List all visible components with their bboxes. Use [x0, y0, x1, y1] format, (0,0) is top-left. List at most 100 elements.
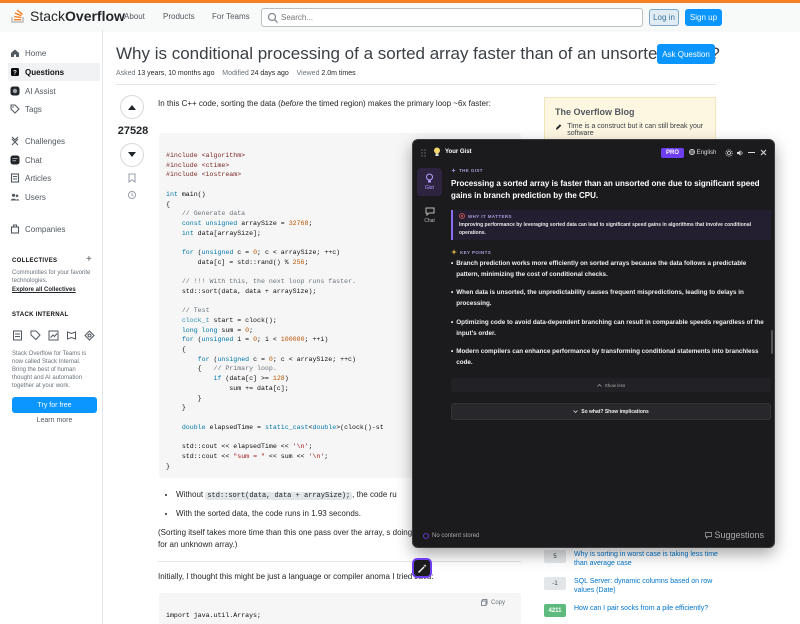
blog-item[interactable]: Time is a construct but it can still bre…: [555, 123, 715, 137]
sidebar-item-tags[interactable]: Tags: [10, 100, 102, 118]
search-input[interactable]: [281, 11, 631, 24]
drag-handle-icon[interactable]: [421, 149, 426, 157]
target-icon: [459, 213, 465, 219]
gist-scrollbar[interactable]: [771, 330, 773, 354]
sidebar-item-chat[interactable]: Chat: [10, 151, 102, 169]
question-title[interactable]: Why is conditional processing of a sorte…: [116, 44, 720, 64]
signup-button[interactable]: Sign up: [685, 9, 722, 26]
minimize-icon[interactable]: [748, 151, 755, 154]
related-question[interactable]: 5 Why is sorting in worst case is taking…: [544, 550, 724, 568]
history-icon[interactable]: [127, 190, 137, 200]
globe-icon: [689, 149, 695, 155]
result-bullets: Without std::sort(data, data + arraySize…: [166, 486, 397, 523]
svg-text:?: ?: [13, 71, 17, 77]
sidebar-item-users[interactable]: Users: [10, 188, 102, 206]
ai-assist-icon: [10, 86, 20, 96]
home-icon: [11, 49, 19, 57]
blog-title: The Overflow Blog: [555, 107, 635, 117]
sidebar-item-label: Companies: [25, 224, 66, 234]
related-score: -1: [544, 577, 566, 590]
key-points-list: • Branch prediction works more efficientl…: [451, 259, 771, 369]
explore-collectives-link[interactable]: Explore all Collectives: [12, 286, 96, 294]
add-collective-icon[interactable]: +: [86, 254, 92, 265]
gist-tabs: Gist Chat: [417, 168, 444, 234]
caret-down-icon: [128, 152, 136, 157]
why-it-matters: WHY IT MATTERS Improving performance by …: [451, 210, 771, 240]
why-it-matters-label: WHY IT MATTERS: [468, 213, 512, 219]
stack-internal-icons: [12, 330, 95, 341]
sidebar-item-label: Users: [25, 192, 46, 202]
the-gist-label: THE GIST: [451, 168, 771, 173]
tab-chat[interactable]: Chat: [417, 201, 442, 229]
pro-badge: PRO: [661, 148, 684, 158]
sidebar-item-label: Chat: [25, 155, 42, 165]
show-less-button[interactable]: Show less: [451, 378, 771, 392]
upvote-button[interactable]: [120, 95, 144, 119]
java-code: import java.util.Arrays;: [166, 612, 261, 619]
sidebar-item-challenges[interactable]: Challenges: [10, 132, 102, 150]
search-icon: [267, 12, 278, 23]
try-for-free-button[interactable]: Try for free: [12, 397, 97, 413]
list-item: With the sorted data, the code runs in 1…: [176, 505, 397, 523]
sidebar-item-label: Questions: [25, 67, 65, 77]
related-link[interactable]: Why is sorting in worst case is taking l…: [574, 550, 724, 568]
pencil-icon: [555, 124, 562, 130]
overflow-blog: The Overflow Blog Time is a construct bu…: [544, 97, 716, 141]
logo-icon: [11, 9, 24, 23]
learning-icon: [67, 331, 76, 340]
nav-about[interactable]: About: [124, 12, 145, 21]
sidebar-item-articles[interactable]: Articles: [10, 169, 102, 187]
sidebar-item-companies[interactable]: Companies: [10, 220, 102, 238]
left-sidebar: Home ? Questions AI Assist Tags Challeng…: [0, 30, 103, 624]
questions-icon: ?: [11, 68, 19, 77]
sidebar-item-ai-assist[interactable]: AI Assist: [10, 82, 102, 100]
question-paragraph-3: Initially, I thought this might be just …: [158, 572, 434, 581]
related-link[interactable]: SQL Server: dynamic columns based on row…: [574, 577, 724, 595]
document-icon: [13, 330, 22, 341]
language-select[interactable]: English: [689, 149, 716, 156]
sidebar-item-label: Challenges: [25, 136, 66, 146]
nav-products[interactable]: Products: [163, 12, 195, 21]
key-points-label: KEY POINTS: [451, 249, 771, 255]
chat-bubble-icon: [425, 207, 434, 216]
gist-launcher-button[interactable]: [412, 558, 432, 578]
bookmark-icon[interactable]: [127, 173, 137, 183]
downvote-button[interactable]: [120, 143, 144, 167]
related-question[interactable]: -1 SQL Server: dynamic columns based on …: [544, 577, 724, 595]
copy-icon: [481, 599, 488, 606]
suggestions-link[interactable]: Suggestions: [705, 530, 764, 540]
related-link[interactable]: How can I pair socks from a pile efficie…: [574, 604, 724, 617]
search-box[interactable]: [261, 8, 643, 27]
stack-overflow-logo[interactable]: StackOverflow: [10, 8, 125, 24]
gist-panel: Your Gist PRO English Gist Chat THE GIST…: [412, 139, 775, 548]
settings-icon[interactable]: [725, 149, 733, 157]
sidebar-item-questions[interactable]: ? Questions: [8, 63, 100, 81]
tab-gist[interactable]: Gist: [417, 168, 442, 196]
stack-internal-title: STACK INTERNAL: [12, 312, 69, 318]
key-point: • Optimizing code to avoid data-dependent…: [451, 318, 764, 337]
caret-up-icon: [128, 105, 136, 110]
speaker-icon[interactable]: [736, 149, 744, 157]
sidebar-item-label: Tags: [25, 104, 42, 114]
login-button[interactable]: Log in: [649, 9, 679, 26]
shield-icon: [423, 533, 429, 539]
so-what-button[interactable]: So what? Show implications: [451, 403, 771, 420]
nav-for-teams[interactable]: For Teams: [212, 12, 250, 21]
copy-button[interactable]: Copy: [481, 599, 505, 606]
learn-more-link[interactable]: Learn more: [12, 417, 97, 424]
gist-title: Your Gist: [445, 149, 472, 155]
section-divider: [158, 561, 521, 562]
sidebar-item-home[interactable]: Home: [10, 44, 102, 62]
header-divider: [116, 84, 716, 85]
ask-question-button[interactable]: Ask Question: [657, 44, 715, 64]
sidebar-item-label: AI Assist: [25, 86, 56, 96]
chevron-up-icon: [596, 383, 602, 387]
articles-icon: [10, 173, 20, 183]
tag-icon: [10, 104, 20, 114]
related-question[interactable]: 4211 How can I pair socks from a pile ef…: [544, 604, 724, 617]
gist-content: THE GIST Processing a sorted array is fa…: [451, 168, 771, 377]
key-points-icon: [451, 249, 457, 255]
gist-bulb-icon: [426, 173, 433, 183]
storage-status: No content stored: [423, 533, 479, 539]
close-icon[interactable]: [760, 149, 767, 156]
